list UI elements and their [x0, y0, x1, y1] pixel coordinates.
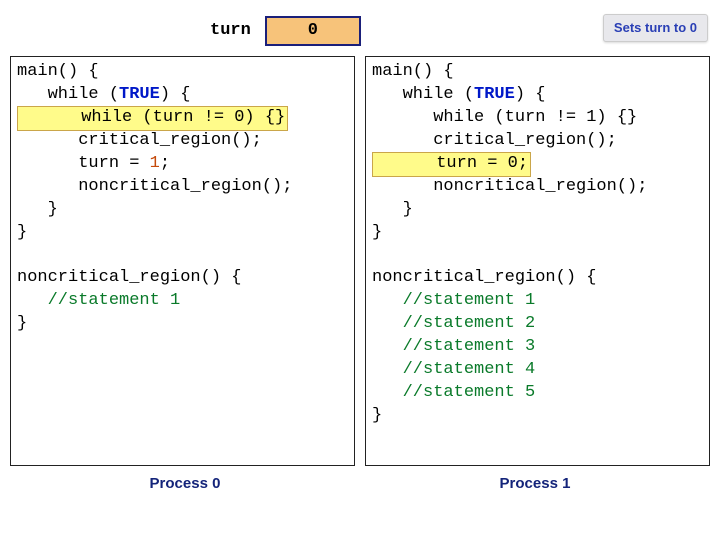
caption-process-1: Process 1 [360, 474, 710, 494]
process-0-panel: main() { while (TRUE) { while (turn != 0… [10, 56, 355, 466]
process-0-code: main() { while (TRUE) { while (turn != 0… [17, 61, 348, 336]
code-panels: main() { while (TRUE) { while (turn != 0… [0, 56, 720, 466]
p1-highlight-line: turn = 0; [372, 152, 531, 177]
note-sets-turn: Sets turn to 0 [603, 14, 708, 42]
process-1-code: main() { while (TRUE) { while (turn != 1… [372, 61, 703, 428]
header-row: turn 0 Sets turn to 0 [0, 0, 720, 56]
process-1-panel: main() { while (TRUE) { while (turn != 1… [365, 56, 710, 466]
turn-variable-label: turn [210, 20, 251, 43]
turn-value-box: 0 [265, 16, 361, 46]
turn-value: 0 [308, 20, 318, 43]
caption-row: Process 0 Process 1 [0, 466, 720, 494]
p0-highlight-line: while (turn != 0) {} [17, 106, 288, 131]
caption-process-0: Process 0 [10, 474, 360, 494]
